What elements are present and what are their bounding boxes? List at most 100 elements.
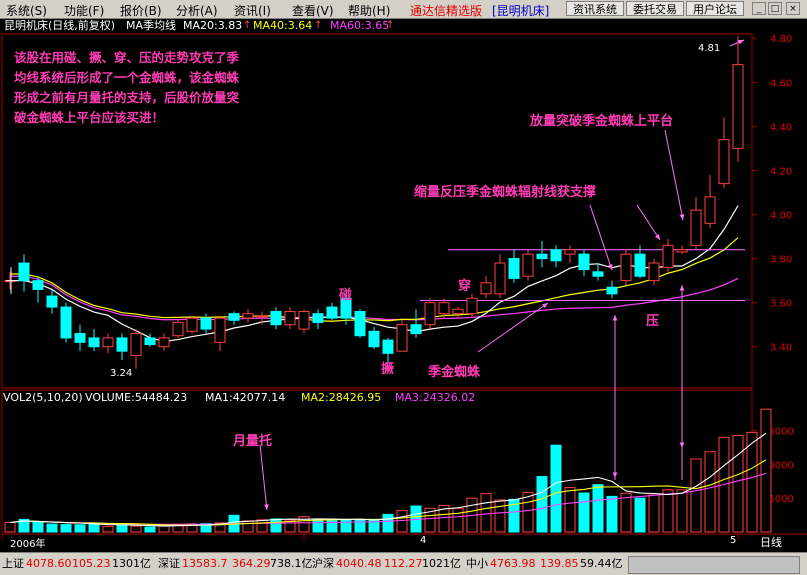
volume-bar <box>4 522 16 533</box>
candle-body <box>74 333 86 343</box>
volume-bar <box>536 476 548 533</box>
candle-body <box>578 253 590 271</box>
price-tick-label: 4.80 <box>770 34 792 45</box>
zx-index-amount: 59.44亿 <box>580 557 623 570</box>
main-annotation: 该股在用碰、撅、穿、压的走势攻克了季 均线系统后形成了一个金蜘蛛，该金蜘蛛 形成… <box>14 48 239 128</box>
candle-body <box>88 337 100 348</box>
volume-bar <box>648 494 660 533</box>
shrink-arrow-2-head <box>655 234 660 240</box>
volume-bar <box>522 492 534 533</box>
volume-bar <box>396 510 408 533</box>
volume-bar <box>760 408 772 533</box>
price-tick-label: 3.60 <box>770 299 792 310</box>
volume-bar <box>578 492 590 533</box>
candle-body <box>60 306 72 339</box>
volume-bar <box>550 444 562 533</box>
volume-bars <box>4 408 772 533</box>
volume-bar <box>130 525 142 533</box>
vol-indicator-name[interactable]: VOL2(5,10,20) <box>3 391 83 404</box>
breakout-annotation: 放量突破季金蜘蛛上平台 <box>530 114 674 129</box>
peng-annotation: 碰 <box>339 288 353 303</box>
candle-body <box>116 337 128 352</box>
month-volume-arrow <box>259 444 268 511</box>
volume-bar <box>144 526 156 533</box>
candle-body <box>18 262 30 282</box>
main-annotation-line-2: 均线系统后形成了一个金蜘蛛，该金蜘蛛 <box>14 70 240 85</box>
sh-index-name[interactable]: 上证 <box>2 553 24 575</box>
gold-spider-arrow <box>477 302 549 353</box>
volume-bar <box>60 524 72 533</box>
candle-body <box>242 313 254 319</box>
hs-index-name[interactable]: 沪深 <box>312 553 334 575</box>
volume-bar <box>732 435 744 533</box>
sh-index-amount: 1301亿 <box>112 557 151 570</box>
candle-body <box>522 253 534 277</box>
candle-body <box>662 244 674 268</box>
price-tick-label: 4.40 <box>770 122 792 133</box>
shrink-support-annotation: 缩量反压季金蜘蛛辐射线获支撑 <box>414 185 597 200</box>
candle-body <box>312 313 324 323</box>
volume-bar <box>270 518 282 533</box>
candle-body <box>480 282 492 295</box>
candle-body <box>228 313 240 321</box>
volume-down-arrow-head <box>612 472 618 478</box>
candle-body <box>718 139 730 185</box>
status-tray <box>628 556 800 574</box>
month-volume-annotation: 月量托 <box>233 434 273 449</box>
candle-body <box>424 302 436 326</box>
volume-bar <box>116 524 128 533</box>
candle-body <box>494 262 506 295</box>
volume-bar <box>32 521 44 533</box>
market-status-bar: 上证 4078.60 105.23 1301亿 深证 13583.7 364.2… <box>0 552 807 575</box>
breakout-arrow <box>664 129 684 221</box>
price-tick-label: 4.20 <box>770 166 792 177</box>
period-label[interactable]: 日线 <box>760 534 782 550</box>
volume-bar <box>606 495 618 533</box>
zx-index-name[interactable]: 中小 <box>466 553 488 575</box>
volume-bar <box>634 497 646 533</box>
chuan-annotation: 穿 <box>458 279 472 294</box>
breakout-volume-up-arrow-head <box>679 285 685 291</box>
price-tick-label: 4.00 <box>770 211 792 222</box>
candle-body <box>620 253 632 282</box>
candle-body <box>158 337 170 348</box>
candle-body <box>564 249 576 255</box>
shrink-arrow <box>589 204 613 271</box>
candle-body <box>676 249 688 253</box>
candle-body <box>270 310 282 326</box>
candle-body <box>46 295 58 308</box>
volume-bar <box>256 519 268 533</box>
volume-bar <box>382 513 394 533</box>
date-label-may: 5 <box>730 535 737 546</box>
volume-bar <box>746 431 758 533</box>
volume-bar <box>620 492 632 533</box>
volume-bar <box>662 489 674 533</box>
sz-index-name[interactable]: 深证 <box>158 553 180 575</box>
volume-bar <box>690 458 702 533</box>
main-annotation-line-1: 该股在用碰、撅、穿、压的走势攻克了季 <box>14 50 240 65</box>
candle-body <box>32 280 44 290</box>
sz-index-value: 13583.7 <box>182 557 228 570</box>
candle-body <box>214 317 226 343</box>
low-price-label: 3.24 <box>110 368 133 379</box>
candle-body <box>410 324 422 335</box>
candle-body <box>298 310 310 330</box>
candle-body <box>452 308 464 315</box>
volume-bar <box>494 499 506 533</box>
breakout-volume-down-arrow-head <box>679 442 685 448</box>
date-label-april: 4 <box>420 535 427 546</box>
hs-index-change: 112.27 <box>384 557 423 570</box>
candle-body <box>606 286 618 295</box>
volume-bar <box>676 489 688 533</box>
candle-body <box>396 324 408 352</box>
ma60-line <box>10 275 739 321</box>
candle-body <box>144 337 156 346</box>
candle-body <box>704 196 716 224</box>
volume-bar <box>480 493 492 533</box>
hs-index-amount: 1021亿 <box>422 557 461 570</box>
date-label-year: 2006年 <box>10 539 46 550</box>
volume-up-arrow-head <box>612 315 618 321</box>
main-annotation-line-3: 形成之前有月量托的支持，后股价放量突 <box>14 90 240 105</box>
gold-spider-annotation: 季金蜘蛛 <box>428 365 481 380</box>
volume-bar <box>564 487 576 533</box>
